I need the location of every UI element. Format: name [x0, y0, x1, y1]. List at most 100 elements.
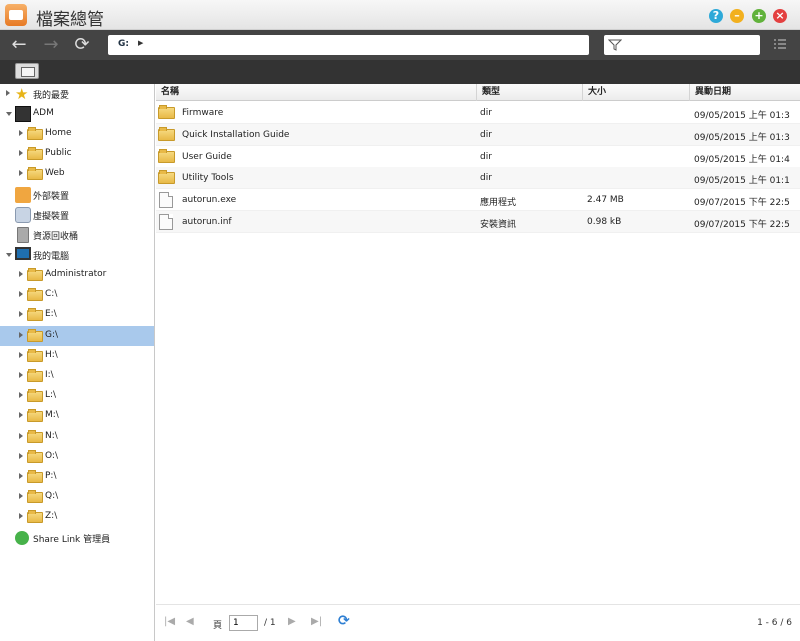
expand-arrow-icon[interactable]	[19, 452, 23, 459]
previous-page-icon[interactable]: ◀	[186, 616, 194, 627]
expand-arrow-icon[interactable]	[19, 130, 23, 136]
column-header-name[interactable]: 名稱	[156, 84, 477, 101]
tree-item-drive[interactable]: G:\	[0, 325, 154, 346]
expand-arrow-icon[interactable]	[19, 271, 23, 277]
tree-item-my-computer[interactable]: 我的電腦	[0, 245, 154, 265]
table-row[interactable]: Utility Tools dir 09/05/2015 上午 01:1	[156, 167, 800, 190]
path-bar[interactable]: G: ▶	[108, 35, 589, 55]
column-header-modified[interactable]: 異動日期	[690, 84, 800, 101]
expand-arrow-icon[interactable]	[19, 150, 23, 156]
tree-item-drive[interactable]: O:\	[0, 447, 154, 467]
folder-icon	[158, 170, 175, 185]
path-text[interactable]: G:	[118, 39, 129, 49]
tree-label: 我的最愛	[33, 91, 70, 101]
tree-item-drive[interactable]: Z:\	[0, 507, 154, 527]
folder-icon	[27, 268, 43, 281]
folder-icon	[27, 328, 43, 342]
expand-arrow-icon[interactable]	[19, 331, 23, 338]
cell-name: Firmware	[182, 108, 224, 118]
last-page-icon[interactable]: ▶|	[311, 616, 322, 627]
help-button[interactable]: ?	[709, 9, 723, 23]
path-chevron-icon[interactable]: ▶	[138, 39, 143, 47]
expand-arrow-icon[interactable]	[19, 291, 23, 298]
tree-item-drive[interactable]: E:\	[0, 305, 154, 325]
cell-modified: 09/07/2015 下午 22:5	[694, 220, 790, 230]
maximize-button[interactable]: +	[752, 9, 766, 23]
tree-item-adm[interactable]: ADM	[0, 104, 154, 124]
tree-item-drive[interactable]: P:\	[0, 467, 154, 487]
folder-icon	[27, 470, 43, 483]
next-page-icon[interactable]: ▶	[288, 616, 296, 627]
cell-modified: 09/05/2015 上午 01:3	[694, 111, 790, 121]
table-row[interactable]: Firmware dir 09/05/2015 上午 01:3	[156, 102, 800, 124]
view-toggle-button[interactable]	[15, 63, 39, 79]
cell-type: 安裝資訊	[480, 220, 517, 230]
cell-type: dir	[480, 173, 492, 184]
refresh-icon[interactable]: ⟳	[72, 35, 92, 55]
recycle-bin-icon	[17, 227, 29, 243]
first-page-icon[interactable]: |◀	[164, 616, 175, 627]
collapse-arrow-icon[interactable]	[6, 253, 12, 257]
expand-arrow-icon[interactable]	[19, 392, 23, 399]
table-row[interactable]: autorun.inf 安裝資訊 0.98 kB 09/07/2015 下午 22:5	[156, 211, 800, 233]
folder-icon	[27, 409, 43, 423]
tree-item-drive[interactable]: H:\	[0, 346, 154, 366]
expand-arrow-icon[interactable]	[19, 170, 23, 176]
tree-item-home[interactable]: Home	[0, 124, 154, 144]
back-arrow-icon[interactable]: ←	[9, 35, 29, 55]
expand-arrow-icon[interactable]	[19, 432, 23, 439]
column-header-type[interactable]: 類型	[477, 84, 583, 101]
refresh-icon[interactable]: ⟳	[338, 613, 350, 629]
tree-item-drive[interactable]: Q:\	[0, 487, 154, 507]
cell-size: 0.98 kB	[587, 217, 622, 227]
tree-item-virtual-devices[interactable]: 虛擬裝置	[0, 205, 154, 225]
page-number-input[interactable]	[229, 615, 258, 631]
tree-item-recycle-bin[interactable]: 資源回收桶	[0, 225, 154, 245]
tree-item-share-link[interactable]: Share Link 管理員	[0, 528, 154, 548]
tree-label: Web	[45, 168, 65, 178]
minimize-button[interactable]: –	[730, 9, 744, 23]
monitor-icon	[15, 247, 31, 260]
folder-icon	[27, 308, 43, 322]
tree-label: ADM	[33, 108, 54, 118]
list-menu-icon[interactable]	[774, 37, 786, 51]
expand-arrow-icon[interactable]	[19, 351, 23, 358]
file-icon	[159, 214, 173, 230]
expand-arrow-icon[interactable]	[6, 90, 10, 96]
tree-item-public[interactable]: Public	[0, 144, 154, 164]
table-row[interactable]: User Guide dir 09/05/2015 上午 01:4	[156, 146, 800, 168]
tree-label: C:\	[45, 289, 58, 300]
expand-arrow-icon[interactable]	[19, 412, 23, 419]
tree-item-drive[interactable]: N:\	[0, 427, 154, 447]
cell-type: 應用程式	[480, 198, 517, 209]
collapse-arrow-icon[interactable]	[6, 112, 12, 116]
tree-label: Home	[45, 128, 72, 138]
tree-item-external-devices[interactable]: 外部裝置	[0, 185, 154, 205]
secondary-toolbar	[0, 60, 800, 84]
expand-arrow-icon[interactable]	[19, 513, 23, 520]
expand-arrow-icon[interactable]	[19, 493, 23, 500]
close-button[interactable]: ×	[773, 9, 787, 23]
cell-modified: 09/07/2015 下午 22:5	[694, 198, 790, 209]
tree-item-web[interactable]: Web	[0, 164, 154, 184]
expand-arrow-icon[interactable]	[19, 473, 23, 479]
tree-item-drive[interactable]: M:\	[0, 406, 154, 426]
cell-type: dir	[480, 151, 492, 162]
folder-icon	[27, 490, 43, 504]
tree-item-drive[interactable]: Administrator	[0, 265, 154, 285]
column-header-size[interactable]: 大小	[583, 84, 690, 101]
tree-item-drive[interactable]: C:\	[0, 285, 154, 305]
table-row[interactable]: Quick Installation Guide dir 09/05/2015 上午…	[156, 123, 800, 146]
tree-item-favorites[interactable]: ★ 我的最愛	[0, 84, 154, 104]
tree-item-drive[interactable]: I:\	[0, 366, 154, 386]
tree-item-drive[interactable]: L:\	[0, 386, 154, 406]
page-label: 頁	[213, 621, 223, 631]
forward-arrow-icon[interactable]: →	[41, 35, 61, 55]
table-row[interactable]: autorun.exe 應用程式 2.47 MB 09/07/2015 下午 22:5	[156, 189, 800, 212]
expand-arrow-icon[interactable]	[19, 372, 23, 378]
filter-input[interactable]	[604, 35, 760, 55]
expand-arrow-icon[interactable]	[19, 311, 23, 318]
pagination-bar: |◀ ◀ 頁 / 1 ▶ ▶| ⟳ 1 - 6 / 6	[156, 604, 800, 641]
cell-name: Utility Tools	[182, 173, 234, 184]
table-header: 名稱 類型 大小 異動日期	[156, 84, 800, 101]
